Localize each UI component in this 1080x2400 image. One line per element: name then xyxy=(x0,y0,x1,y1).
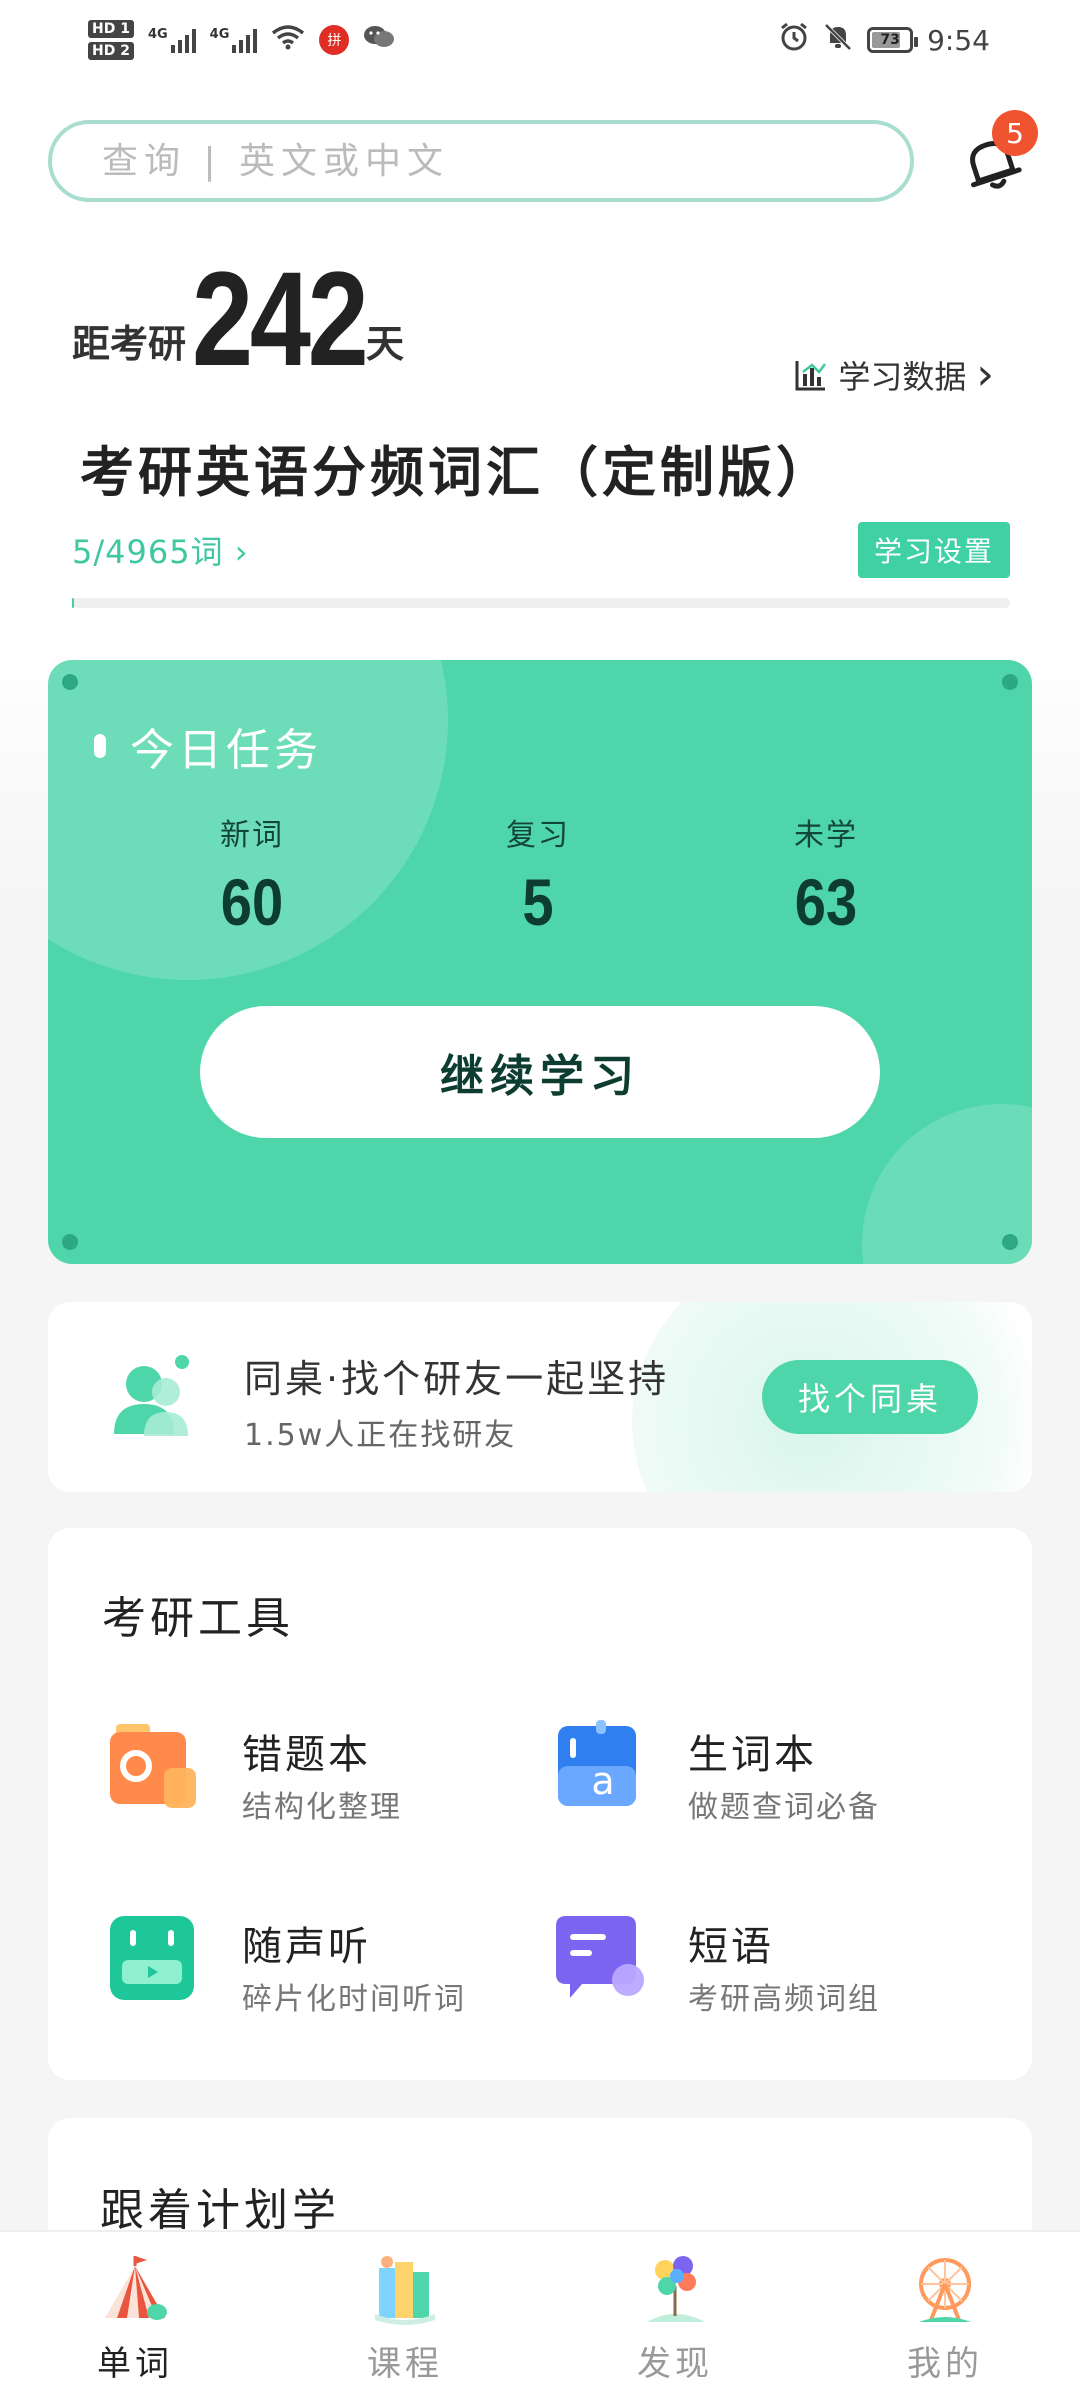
corner-dot xyxy=(62,1234,78,1250)
tool-phrases[interactable]: 短语 考研高频词组 xyxy=(548,1908,968,2038)
exam-tools-card: 考研工具 错题本 结构化整理 a 生词本 做题查词必备 随声听 碎片化时间听词 … xyxy=(48,1528,1032,2080)
balloons-icon xyxy=(647,2256,705,2322)
audio-player-icon xyxy=(110,1916,194,2000)
deskmate-subtitle: 1.5w人正在找研友 xyxy=(244,1418,517,1453)
nav-label: 单词 xyxy=(97,2344,173,2384)
today-task-card: 今日任务 新词 60 复习 5 未学 63 继续学习 xyxy=(48,660,1032,1264)
nav-label: 我的 xyxy=(907,2344,983,2384)
battery-level: 73 xyxy=(880,32,900,48)
title-marker xyxy=(94,734,106,758)
stat-value: 63 xyxy=(794,865,858,939)
status-bar: HD 1 HD 2 4G 4G 拼 73 9:54 xyxy=(0,0,1080,80)
bottom-nav: 单词 课程 发现 我的 xyxy=(0,2230,1080,2400)
tool-name: 短语 xyxy=(688,1924,774,1970)
tool-name: 随声听 xyxy=(242,1924,371,1970)
exam-countdown: 距考研 242 天 xyxy=(72,245,405,394)
countdown-prefix: 距考研 xyxy=(72,322,187,366)
plan-title: 跟着计划学 xyxy=(100,2185,340,2236)
notification-count-badge: 5 xyxy=(992,110,1038,156)
clock: 9:54 xyxy=(927,23,990,57)
chevron-right-icon: › xyxy=(976,349,994,400)
tool-desc: 考研高频词组 xyxy=(688,1982,880,2017)
countdown-days: 242 xyxy=(192,245,369,394)
wordbook-title[interactable]: 考研英语分频词汇（定制版） xyxy=(80,428,834,507)
status-right: 73 9:54 xyxy=(779,22,990,58)
nav-label: 发现 xyxy=(637,2344,713,2384)
notification-button[interactable]: 5 xyxy=(948,110,1038,204)
wordbook-progress-text[interactable]: 5/4965词 › xyxy=(72,527,249,573)
tool-mistake-book[interactable]: 错题本 结构化整理 xyxy=(102,1716,522,1846)
sim1-label: HD 1 xyxy=(88,20,134,38)
wordbook-progress-row: 5/4965词 › 学习设置 xyxy=(72,520,1010,580)
wordbook-progress-fill xyxy=(72,598,74,608)
alarm-icon xyxy=(779,22,809,58)
sim-indicators: HD 1 HD 2 xyxy=(88,20,134,60)
books-icon xyxy=(375,2256,435,2325)
app-root: HD 1 HD 2 4G 4G 拼 73 9:54 查询 | 英文或中文 5 距… xyxy=(0,0,1080,2400)
tool-name: 生词本 xyxy=(688,1732,817,1778)
search-input[interactable] xyxy=(100,139,862,183)
find-deskmate-button[interactable]: 找个同桌 xyxy=(762,1360,978,1434)
corner-dot xyxy=(62,674,78,690)
tool-name: 错题本 xyxy=(242,1732,371,1778)
tools-title: 考研工具 xyxy=(102,1593,294,1644)
signal-2-icon: 4G xyxy=(210,27,258,53)
nav-item-courses[interactable]: 课程 xyxy=(270,2232,540,2400)
study-settings-button[interactable]: 学习设置 xyxy=(857,522,1010,578)
wechat-icon xyxy=(363,24,395,57)
countdown-suffix: 天 xyxy=(366,322,405,366)
tool-desc: 碎片化时间听词 xyxy=(242,1982,466,2017)
deskmate-card[interactable]: 同桌·找个研友一起坚持 1.5w人正在找研友 找个同桌 xyxy=(48,1302,1032,1492)
stat-value: 60 xyxy=(220,865,284,939)
nav-item-discover[interactable]: 发现 xyxy=(540,2232,810,2400)
bar-chart-icon xyxy=(795,361,827,391)
today-task-title: 今日任务 xyxy=(130,725,322,776)
tool-desc: 结构化整理 xyxy=(242,1790,402,1825)
continue-study-button[interactable]: 继续学习 xyxy=(200,1006,880,1138)
nav-label: 课程 xyxy=(367,2344,443,2384)
study-data-link[interactable]: 学习数据 › xyxy=(794,352,994,398)
phrase-bubble-icon xyxy=(556,1916,644,1998)
stat-new-words: 新词 60 xyxy=(152,810,352,940)
tent-icon xyxy=(105,2256,167,2320)
corner-dot xyxy=(1002,674,1018,690)
nav-item-words[interactable]: 单词 xyxy=(0,2232,270,2400)
stat-unlearned: 未学 63 xyxy=(726,810,926,940)
search-row: 5 xyxy=(48,110,1038,204)
task-stats: 新词 60 复习 5 未学 63 xyxy=(48,810,1032,950)
wordbook-progress-bar xyxy=(72,598,1010,608)
people-icon xyxy=(114,1355,189,1436)
stat-review: 复习 5 xyxy=(438,810,638,940)
today-task-header: 今日任务 xyxy=(94,714,322,778)
tool-audio-listen[interactable]: 随声听 碎片化时间听词 xyxy=(102,1908,522,2038)
tool-desc: 做题查词必备 xyxy=(688,1790,880,1825)
net2-label: 4G xyxy=(209,27,230,42)
study-data-label: 学习数据 xyxy=(838,358,967,396)
app-notification-icon: 拼 xyxy=(319,25,350,55)
wifi-icon xyxy=(271,24,305,57)
sim2-label: HD 2 xyxy=(88,42,134,60)
corner-dot xyxy=(1002,1234,1018,1250)
status-left: HD 1 HD 2 4G 4G 拼 xyxy=(88,20,395,60)
vocab-book-icon: a xyxy=(558,1720,636,1806)
search-box[interactable] xyxy=(48,120,914,202)
mute-icon xyxy=(823,22,853,58)
stat-value: 5 xyxy=(522,865,554,939)
stat-label: 未学 xyxy=(794,818,858,853)
net1-label: 4G xyxy=(147,27,168,42)
stat-label: 新词 xyxy=(220,818,284,853)
svg-text:a: a xyxy=(591,1759,614,1803)
stat-label: 复习 xyxy=(506,818,570,853)
signal-1-icon: 4G xyxy=(148,27,196,53)
deskmate-title: 同桌·找个研友一起坚持 xyxy=(244,1357,670,1401)
mistake-book-icon xyxy=(110,1724,196,1808)
ferris-wheel-icon xyxy=(919,2258,971,2322)
battery-icon: 73 xyxy=(867,27,919,53)
tool-vocab-book[interactable]: a 生词本 做题查词必备 xyxy=(548,1716,968,1846)
nav-item-profile[interactable]: 我的 xyxy=(810,2232,1080,2400)
